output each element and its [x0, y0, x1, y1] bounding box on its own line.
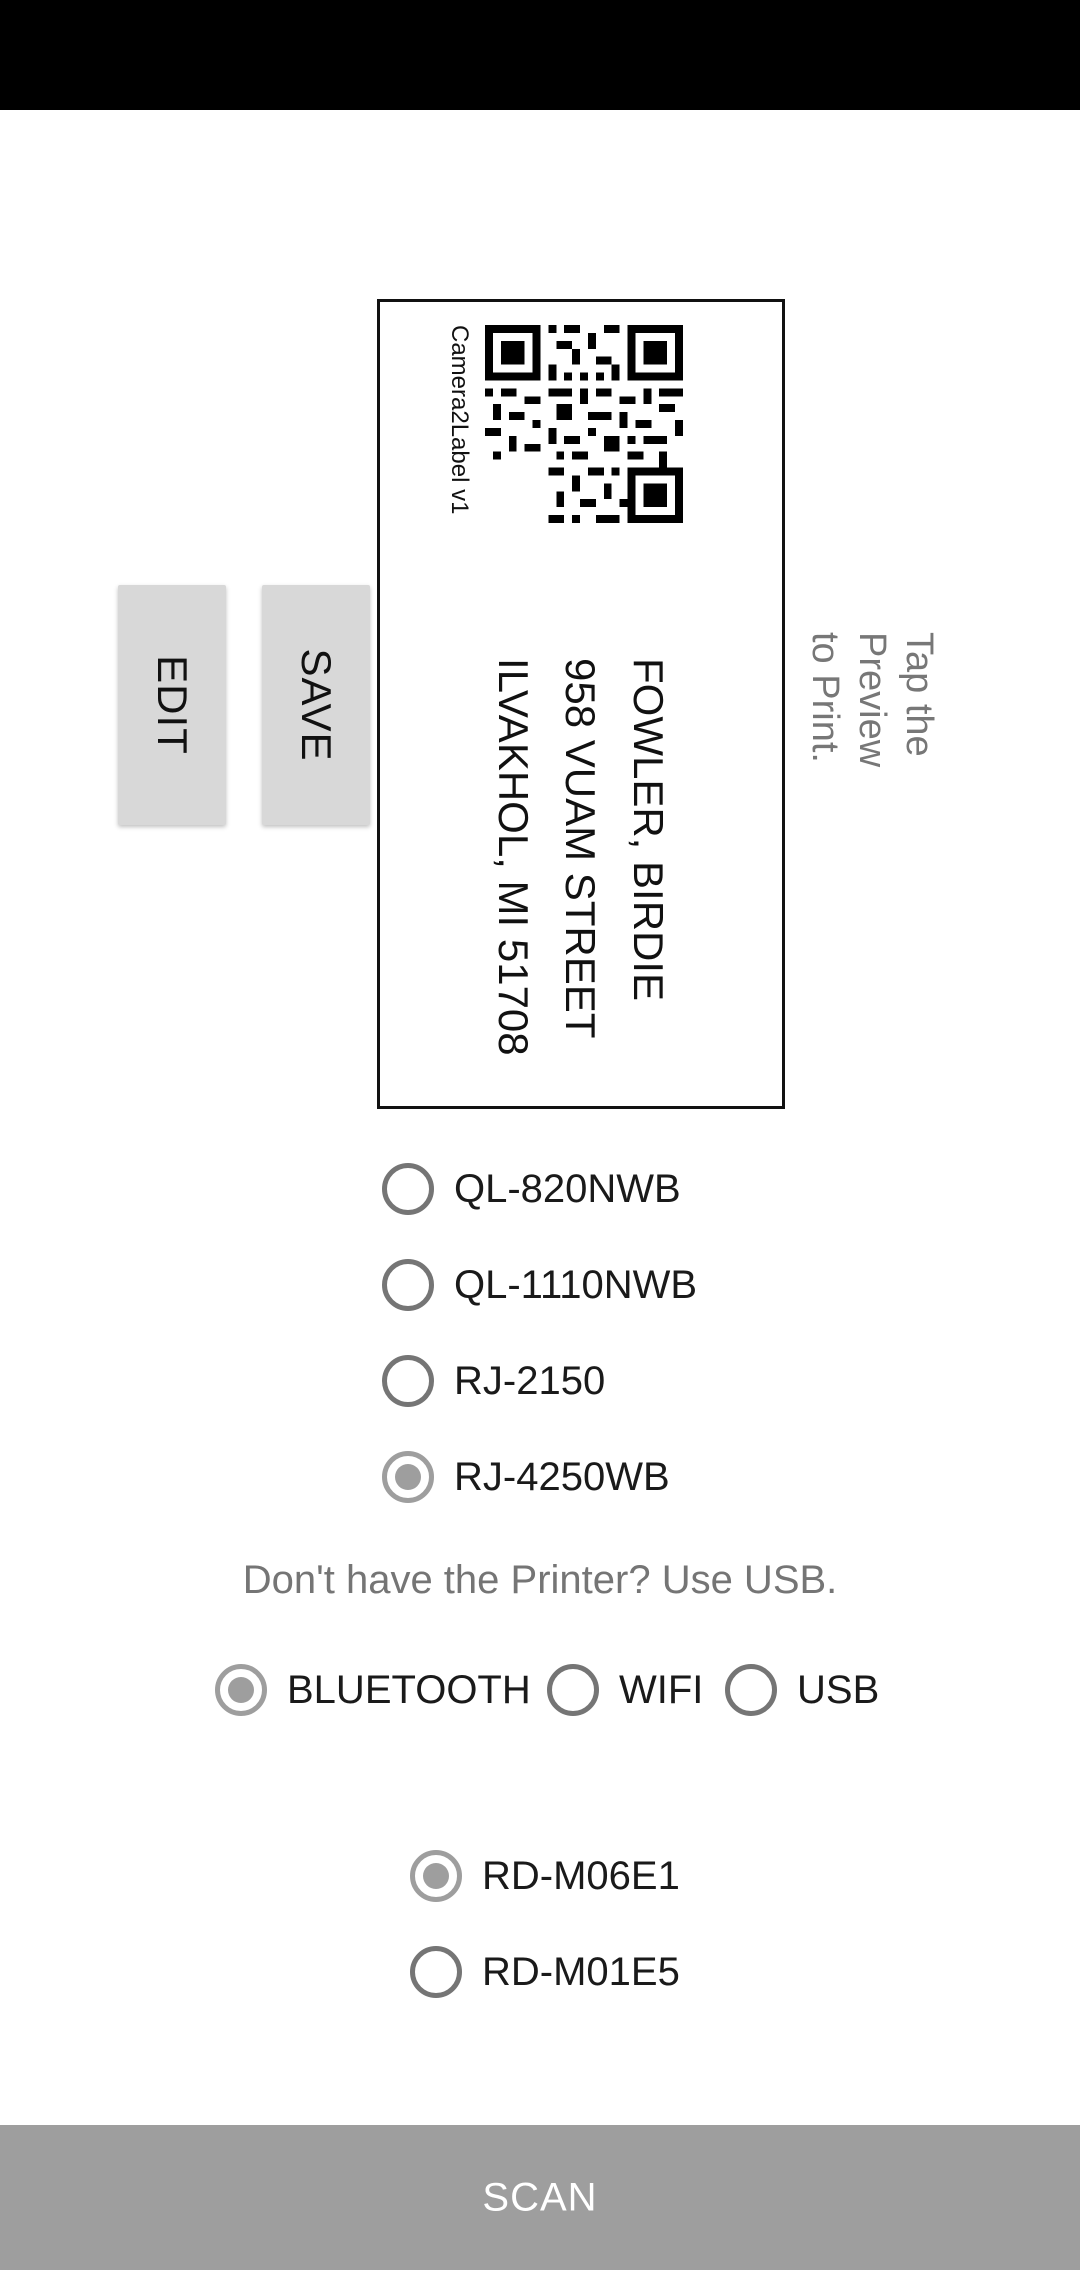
printer-option-label: RJ-2150 — [454, 1358, 606, 1403]
printer-option-label: RJ-4250WB — [454, 1454, 670, 1499]
device-option-label: RD-M06E1 — [482, 1853, 680, 1898]
radio-icon — [547, 1664, 599, 1716]
connection-option-label: WIFI — [619, 1667, 704, 1712]
radio-icon — [382, 1355, 434, 1407]
save-button-label: SAVE — [293, 648, 340, 762]
device-option-label: RD-M01E5 — [482, 1949, 680, 1994]
address-city: ILVAKHOL, MI 51708 — [490, 658, 537, 1056]
scan-button[interactable]: SCAN — [0, 2125, 1080, 2270]
edit-button-label: EDIT — [149, 655, 196, 755]
qr-code — [485, 325, 683, 523]
radio-icon — [215, 1664, 267, 1716]
printer-option-label: QL-820NWB — [454, 1166, 681, 1211]
connection-option-bluetooth[interactable]: BLUETOOTH — [215, 1658, 531, 1722]
printer-option-label: QL-1110NWB — [454, 1262, 698, 1307]
print-hint-line-2: Preview — [851, 632, 893, 768]
connection-option-label: BLUETOOTH — [287, 1667, 531, 1712]
device-option-rd-m06e1[interactable]: RD-M06E1 — [410, 1844, 680, 1908]
printer-option-ql-820nwb[interactable]: QL-820NWB — [382, 1157, 681, 1221]
radio-icon — [382, 1163, 434, 1215]
label-preview[interactable]: Camera2Label v1 FOWLER, BIRDIE 958 VUAM … — [377, 299, 785, 1109]
edit-button[interactable]: EDIT — [118, 585, 226, 825]
radio-icon — [410, 1946, 462, 1998]
radio-icon — [725, 1664, 777, 1716]
print-hint-line-3: to Print. — [804, 632, 846, 763]
address-street: 958 VUAM STREET — [557, 658, 604, 1039]
usb-note: Don't have the Printer? Use USB. — [242, 1558, 838, 1602]
radio-icon — [410, 1850, 462, 1902]
printer-option-rj-2150[interactable]: RJ-2150 — [382, 1349, 605, 1413]
connection-option-usb[interactable]: USB — [725, 1658, 879, 1722]
printer-option-rj-4250wb[interactable]: RJ-4250WB — [382, 1445, 670, 1509]
connection-option-wifi[interactable]: WIFI — [547, 1658, 703, 1722]
connection-option-label: USB — [797, 1667, 880, 1712]
status-bar — [0, 0, 1080, 110]
scan-button-label: SCAN — [482, 2175, 598, 2219]
radio-icon — [382, 1259, 434, 1311]
qr-caption: Camera2Label v1 — [446, 325, 473, 515]
radio-icon — [382, 1451, 434, 1503]
save-button[interactable]: SAVE — [262, 585, 370, 825]
address-name: FOWLER, BIRDIE — [625, 658, 672, 1002]
printer-option-ql-1110nwb[interactable]: QL-1110NWB — [382, 1253, 697, 1317]
print-hint-line-1: Tap the — [898, 632, 940, 757]
device-option-rd-m01e5[interactable]: RD-M01E5 — [410, 1940, 680, 2004]
